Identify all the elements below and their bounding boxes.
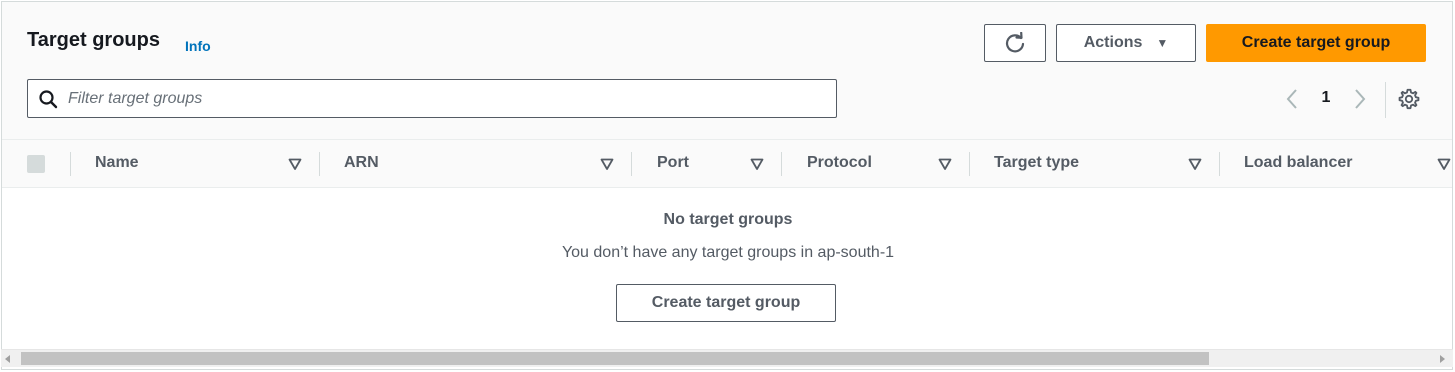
column-header-load-balancer[interactable]: Load balancer bbox=[1244, 154, 1352, 172]
gear-icon[interactable] bbox=[1398, 88, 1420, 110]
filter-input[interactable] bbox=[68, 86, 828, 112]
empty-state-description: You don’t have any target groups in ap-s… bbox=[561, 244, 895, 261]
column-header-name[interactable]: Name bbox=[95, 154, 139, 172]
page-number[interactable]: 1 bbox=[1316, 89, 1336, 107]
column-divider[interactable] bbox=[969, 152, 970, 176]
info-link[interactable]: Info bbox=[185, 38, 211, 54]
create-target-group-button[interactable]: Create target group bbox=[1206, 24, 1426, 62]
refresh-button[interactable] bbox=[984, 24, 1046, 62]
actions-dropdown-button[interactable]: Actions ▼ bbox=[1056, 24, 1196, 62]
column-divider[interactable] bbox=[631, 152, 632, 176]
column-divider[interactable] bbox=[1219, 152, 1220, 176]
horizontal-scrollbar[interactable] bbox=[1, 349, 1453, 367]
column-header-port[interactable]: Port bbox=[657, 154, 689, 172]
sort-icon[interactable] bbox=[288, 157, 302, 171]
panel-header: Target groups Info Actions ▼ Create targ… bbox=[2, 2, 1452, 140]
chevron-right-icon[interactable] bbox=[1350, 87, 1370, 111]
search-icon bbox=[39, 90, 58, 109]
scroll-left-arrow-icon[interactable] bbox=[3, 354, 13, 364]
empty-create-target-group-button[interactable]: Create target group bbox=[616, 284, 836, 322]
column-header-target-type[interactable]: Target type bbox=[994, 154, 1079, 172]
column-divider[interactable] bbox=[319, 152, 320, 176]
table-header: Name ARN Port Protocol Target type Load … bbox=[2, 140, 1452, 188]
actions-label: Actions bbox=[1083, 34, 1143, 51]
column-divider[interactable] bbox=[781, 152, 782, 176]
select-all-checkbox[interactable] bbox=[27, 155, 45, 173]
target-groups-panel: Target groups Info Actions ▼ Create targ… bbox=[1, 1, 1453, 370]
page-title: Target groups bbox=[27, 29, 160, 51]
empty-state-title: No target groups bbox=[663, 211, 793, 228]
column-header-arn[interactable]: ARN bbox=[344, 154, 379, 172]
sort-icon[interactable] bbox=[1188, 157, 1202, 171]
chevron-left-icon[interactable] bbox=[1282, 87, 1302, 111]
scroll-right-arrow-icon[interactable] bbox=[1437, 354, 1447, 364]
refresh-icon bbox=[1005, 32, 1025, 53]
sort-icon[interactable] bbox=[938, 157, 952, 171]
scrollbar-thumb[interactable] bbox=[21, 352, 1209, 365]
pager-divider bbox=[1385, 82, 1386, 118]
sort-icon[interactable] bbox=[1437, 157, 1451, 171]
sort-icon[interactable] bbox=[750, 157, 764, 171]
filter-search-box[interactable] bbox=[27, 79, 837, 118]
caret-down-icon: ▼ bbox=[1156, 36, 1169, 50]
column-header-protocol[interactable]: Protocol bbox=[807, 154, 872, 172]
sort-icon[interactable] bbox=[600, 157, 614, 171]
column-divider bbox=[70, 152, 71, 176]
